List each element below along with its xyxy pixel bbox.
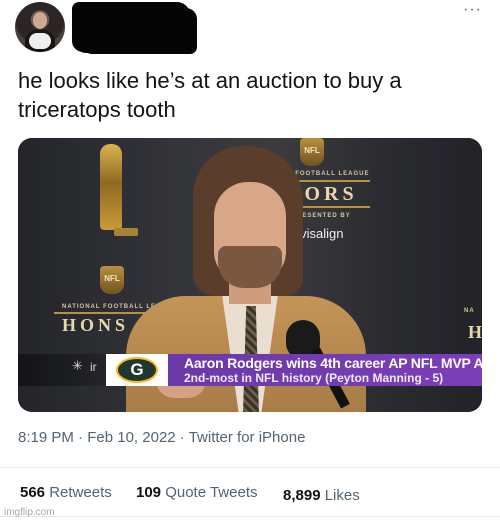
quote-tweets-stat[interactable]: 109 Quote Tweets bbox=[136, 484, 257, 501]
packers-logo-icon: G bbox=[116, 357, 158, 383]
tweet-metadata: 8:19 PM · Feb 10, 2022 · Twitter for iPh… bbox=[18, 429, 305, 446]
divider-bottom bbox=[0, 516, 500, 517]
likes-stat[interactable]: 8,899 Likes bbox=[283, 487, 360, 504]
news-chyron: ✳ ir G Aaron Rodgers wins 4th career AP … bbox=[18, 354, 482, 386]
packers-logo-letter: G bbox=[130, 360, 144, 379]
divider-top bbox=[0, 467, 500, 468]
nfl-shield-left-icon: NFL bbox=[100, 266, 124, 294]
tweet-card: ··· he looks like he’s at an auction to … bbox=[0, 0, 500, 521]
tweet-photo[interactable]: NFL IAL FOOTBALL LEAGUE NORS PRESENTED B… bbox=[18, 138, 482, 412]
redacted-username bbox=[76, 5, 192, 53]
retweets-stat[interactable]: 566 Retweets bbox=[20, 484, 112, 501]
trophy-graphic bbox=[100, 144, 122, 230]
board-right-title: H bbox=[468, 322, 482, 342]
team-logo-box: G bbox=[106, 354, 168, 386]
likes-label: Likes bbox=[324, 487, 360, 504]
tweet-source[interactable]: Twitter for iPhone bbox=[189, 429, 306, 446]
meta-separator-2: · bbox=[179, 429, 185, 446]
avatar-face bbox=[33, 12, 47, 29]
board-right-small-text: NA bbox=[464, 308, 475, 314]
quote-tweets-count: 109 bbox=[136, 484, 162, 501]
tweet-text: he looks like he’s at an auction to buy … bbox=[18, 66, 480, 124]
meta-separator: · bbox=[78, 429, 84, 446]
tweet-date[interactable]: Feb 10, 2022 bbox=[87, 429, 175, 446]
tweet-text-line-1: he looks like he’s at an auction to buy … bbox=[18, 68, 402, 93]
retweets-label: Retweets bbox=[49, 484, 112, 501]
chyron-subline: 2nd-most in NFL history (Peyton Manning … bbox=[184, 371, 444, 385]
avatar[interactable] bbox=[15, 2, 65, 52]
nfl-shield-left-label: NFL bbox=[104, 274, 120, 283]
more-horizontal-icon[interactable]: ··· bbox=[463, 2, 485, 18]
avatar-pet bbox=[29, 33, 51, 49]
person-beard bbox=[218, 246, 282, 288]
chyron-headline: Aaron Rodgers wins 4th career AP NFL MVP… bbox=[184, 355, 482, 371]
sparkle-icon: ✳ bbox=[72, 358, 83, 373]
likes-count: 8,899 bbox=[283, 487, 321, 504]
chyron-left-text: ir bbox=[90, 360, 97, 374]
board-left-title: HONS bbox=[62, 315, 130, 335]
engagement-stats: 566 Retweets 109 Quote Tweets 8,899 Like… bbox=[20, 484, 490, 504]
tweet-text-line-2: triceratops tooth bbox=[18, 97, 176, 122]
quote-tweets-label: Quote Tweets bbox=[165, 484, 258, 501]
tweet-time[interactable]: 8:19 PM bbox=[18, 429, 74, 446]
retweets-count: 566 bbox=[20, 484, 46, 501]
watermark: imgflip.com bbox=[4, 507, 55, 518]
